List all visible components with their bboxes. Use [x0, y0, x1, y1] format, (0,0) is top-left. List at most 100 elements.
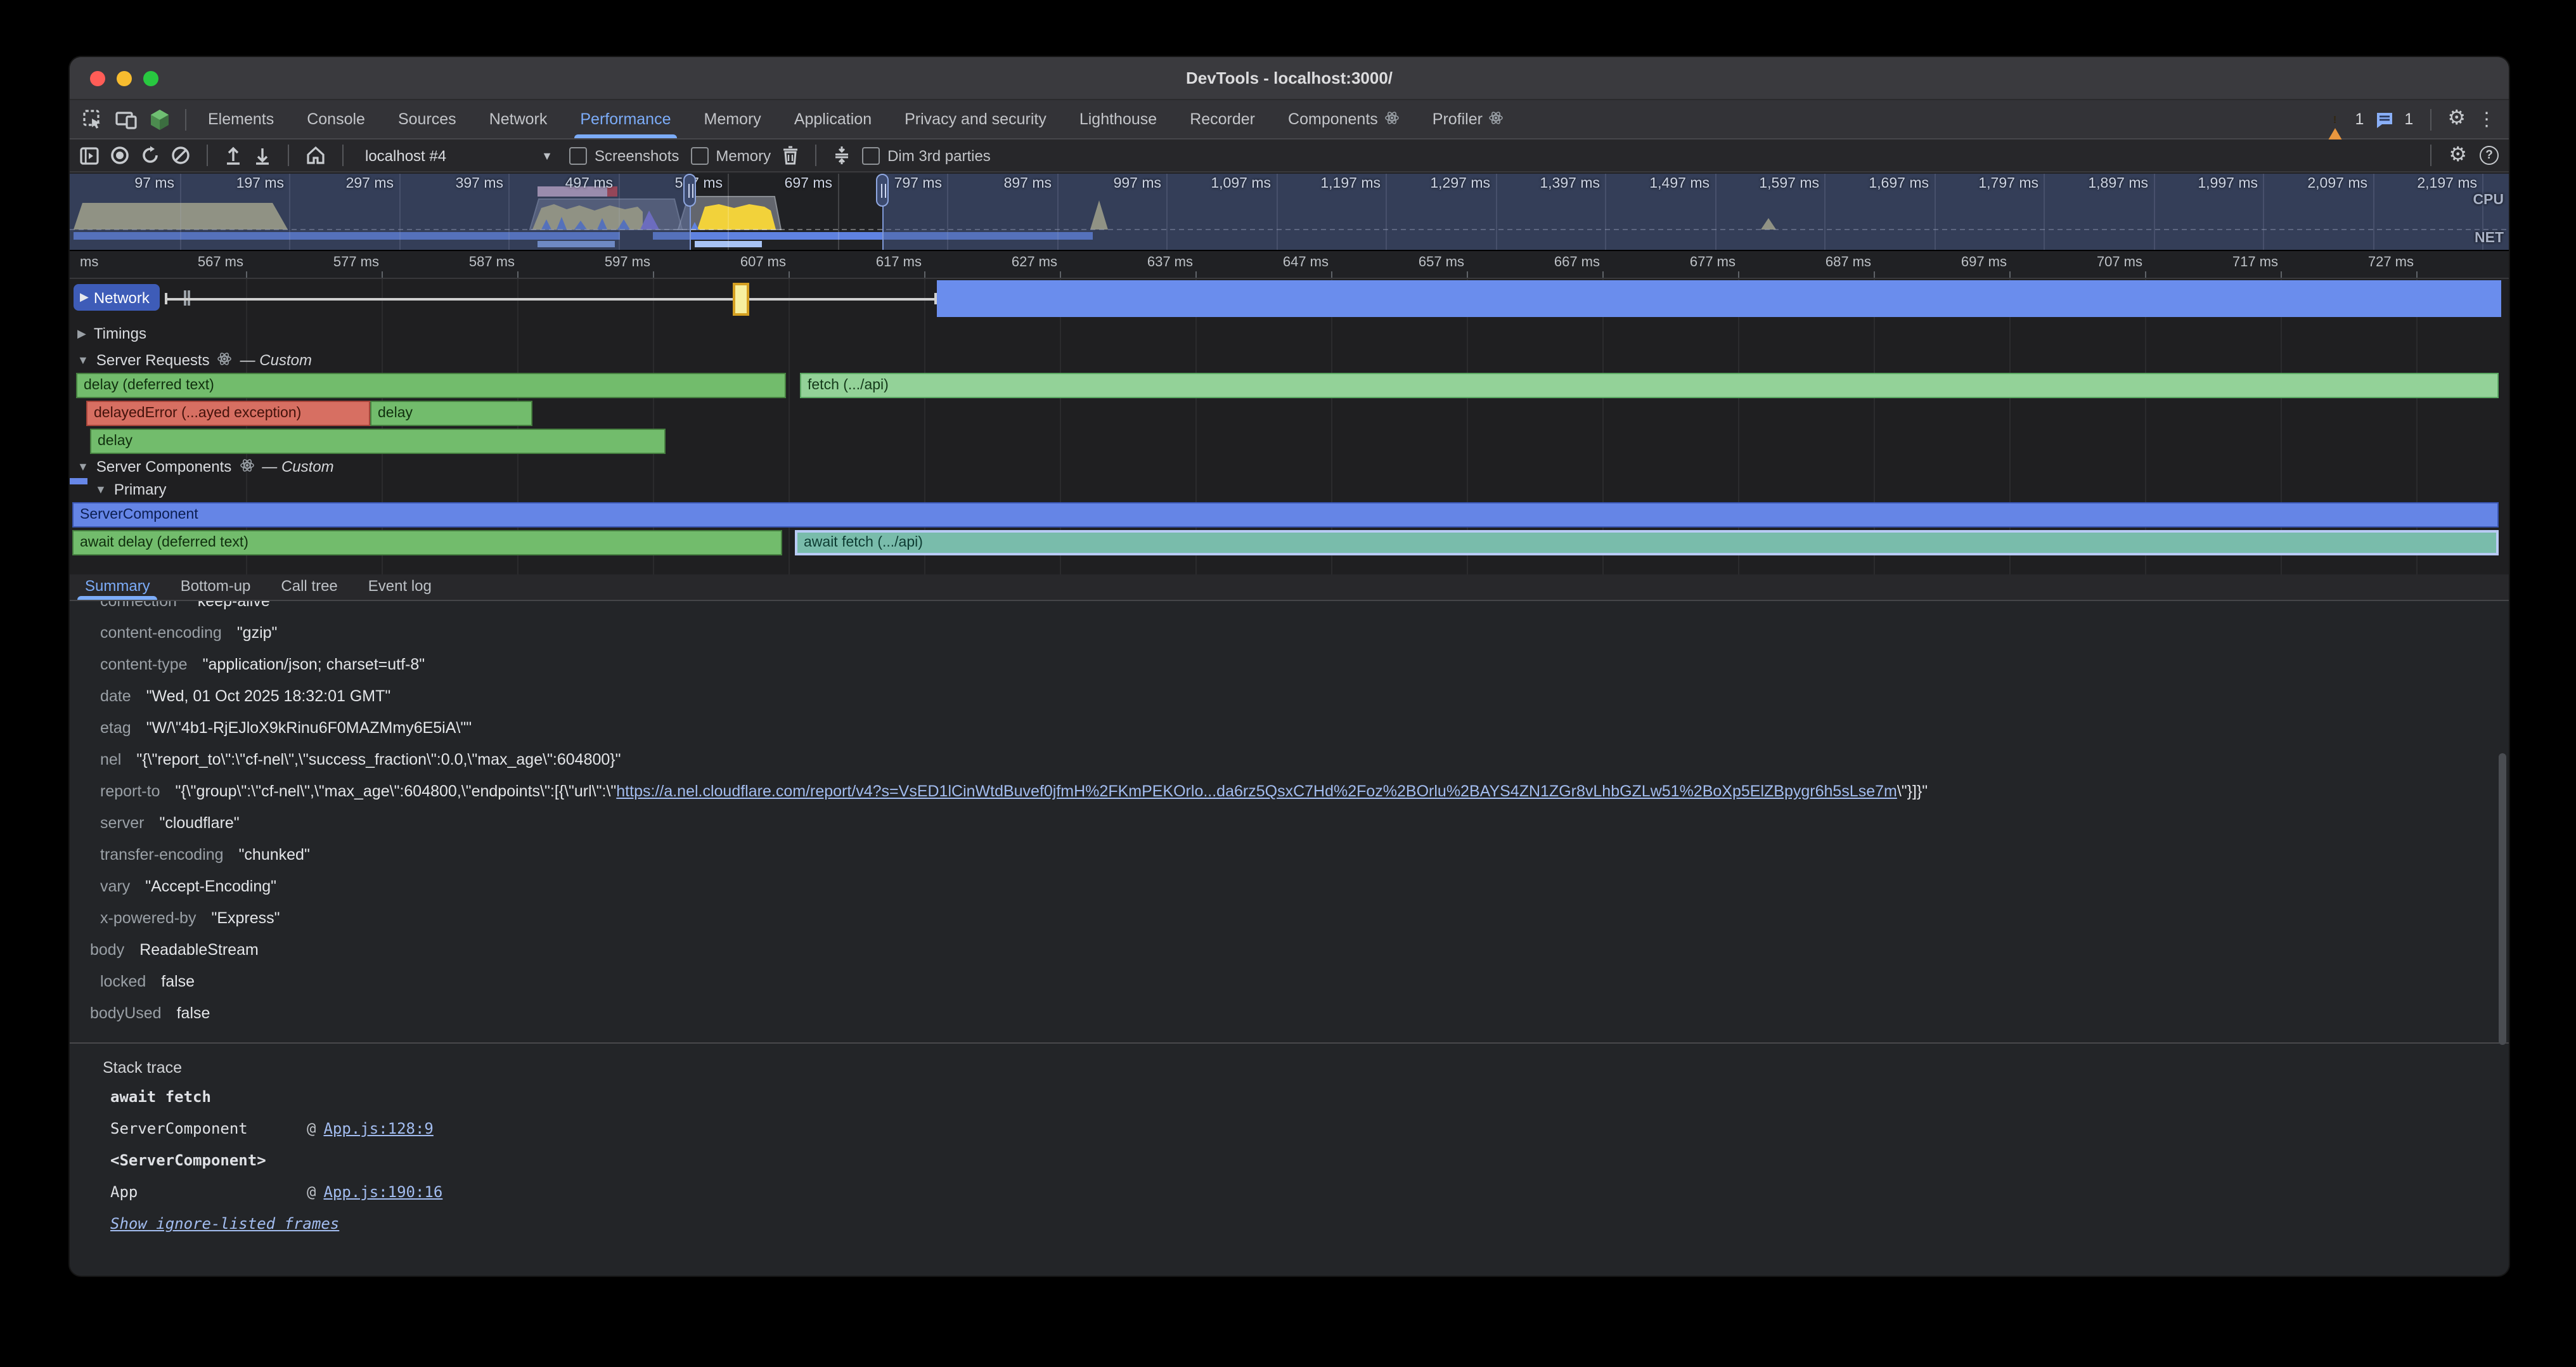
detail-value: "chunked" — [239, 846, 310, 864]
request-whisker — [165, 298, 936, 300]
tab-network[interactable]: Network — [473, 100, 564, 138]
details-pane[interactable]: connection"keep-alive"content-encoding"g… — [70, 601, 2509, 1276]
detail-value: "cloudflare" — [159, 814, 239, 832]
details-tab-event-log[interactable]: Event log — [353, 574, 447, 600]
detail-key: etag — [100, 719, 131, 737]
overview-time-label: 197 ms — [185, 176, 284, 191]
details-scrollbar[interactable] — [2499, 753, 2506, 1045]
detail-value: "{\"report_to\":\"cf-nel\",\"success_fra… — [136, 751, 621, 768]
device-toolbar-icon[interactable] — [115, 110, 137, 129]
reload-record-icon[interactable] — [141, 146, 160, 165]
timings-track-header[interactable]: ▶Timings — [70, 320, 2509, 342]
tab-console[interactable]: Console — [290, 100, 382, 138]
collapse-flame-icon[interactable] — [833, 146, 851, 165]
tab-profiler[interactable]: Profiler — [1416, 100, 1521, 138]
screenshots-checkbox[interactable]: Screenshots — [569, 146, 679, 164]
warnings-icon[interactable]: ! — [2326, 110, 2344, 128]
ruler-tick — [2281, 271, 2282, 278]
dim-3rd-parties-checkbox[interactable]: Dim 3rd parties — [862, 146, 991, 164]
server-requests-track-header[interactable]: ▼ Server Requests — Custom — [70, 351, 2509, 372]
ruler-unit-label: ms — [80, 255, 98, 270]
record-icon[interactable] — [110, 146, 129, 165]
ruler-time-label: 587 ms — [426, 255, 515, 270]
flame-bar[interactable]: await fetch (.../api) — [795, 530, 2499, 555]
ruler-tick — [653, 271, 654, 278]
overview-time-label: 1,997 ms — [2159, 176, 2258, 191]
detail-value: "W/\"4b1-RjEJloX9kRinu6F0MAZMmy6E5iA\"" — [146, 719, 472, 737]
details-tab-summary[interactable]: Summary — [70, 574, 165, 600]
inspect-element-icon[interactable] — [82, 109, 103, 129]
ruler-time-label: 667 ms — [1511, 255, 1600, 270]
desktop: DevTools - localhost:3000/ ElementsConso… — [0, 0, 2576, 1367]
ruler-tick — [1331, 271, 1332, 278]
memory-checkbox[interactable]: Memory — [690, 146, 771, 164]
detail-row: content-encoding"gzip" — [70, 618, 2509, 649]
settings-gear-icon[interactable]: ⚙ — [2447, 109, 2466, 129]
extension-gem-icon[interactable] — [150, 108, 170, 130]
report-url-link[interactable]: https://a.nel.cloudflare.com/report/v4?s… — [616, 782, 1897, 800]
help-icon[interactable]: ? — [2480, 146, 2499, 165]
show-ignore-listed-link[interactable]: Show ignore-listed frames — [70, 1208, 2509, 1240]
flame-bar[interactable]: delayedError (...ayed exception) — [86, 401, 370, 426]
detail-key: bodyUsed — [90, 1004, 162, 1022]
tab-application[interactable]: Application — [778, 100, 888, 138]
title-bar: DevTools - localhost:3000/ — [70, 57, 2509, 100]
network-request-bar[interactable] — [937, 280, 2501, 317]
ruler-tick — [1602, 271, 1604, 278]
react-atom-icon — [217, 351, 233, 369]
detail-value: "gzip" — [237, 624, 278, 642]
detail-row: x-powered-by"Express" — [70, 903, 2509, 935]
stack-frame: await fetch — [70, 1082, 2509, 1113]
more-options-icon[interactable]: ⋮ — [2477, 110, 2496, 129]
ruler-tick — [2416, 271, 2418, 278]
timeline-ruler: ms 567 ms577 ms587 ms597 ms607 ms617 ms6… — [70, 251, 2509, 279]
tab-lighthouse[interactable]: Lighthouse — [1063, 100, 1173, 138]
garbage-collect-icon[interactable] — [782, 146, 799, 165]
chevron-down-icon: ▼ — [541, 149, 553, 162]
source-location-link[interactable]: App.js:190:16 — [323, 1183, 442, 1201]
ruler-time-label: 717 ms — [2189, 255, 2278, 270]
tab-performance[interactable]: Performance — [564, 100, 687, 138]
tab-elements[interactable]: Elements — [191, 100, 290, 138]
network-track-header[interactable]: ▶Network — [74, 284, 160, 311]
flame-bar[interactable]: ServerComponent — [72, 502, 2499, 528]
home-icon[interactable] — [306, 146, 326, 165]
selected-network-request[interactable] — [733, 283, 749, 316]
tab-memory[interactable]: Memory — [688, 100, 778, 138]
flame-bar[interactable]: delay (deferred text) — [76, 373, 786, 398]
timeline-overview[interactable]: 97 ms197 ms297 ms397 ms497 ms597 ms697 m… — [70, 174, 2509, 251]
flame-bar[interactable]: delay — [90, 429, 666, 454]
details-tab-call-tree[interactable]: Call tree — [266, 574, 352, 600]
detail-key: body — [90, 941, 124, 959]
tab-privacy-and-security[interactable]: Privacy and security — [888, 100, 1063, 138]
tab-sources[interactable]: Sources — [382, 100, 473, 138]
flame-bar[interactable]: fetch (.../api) — [800, 373, 2499, 398]
overview-time-label: 897 ms — [953, 176, 1052, 191]
detail-row: nel"{\"report_to\":\"cf-nel\",\"success_… — [70, 744, 2509, 776]
primary-subtrack-header[interactable]: ▼Primary — [70, 481, 2509, 501]
clear-icon[interactable] — [171, 146, 190, 165]
flame-bar[interactable]: delay — [370, 401, 532, 426]
tab-recorder[interactable]: Recorder — [1173, 100, 1272, 138]
ruler-tick — [517, 271, 518, 278]
source-location-link[interactable]: App.js:128:9 — [323, 1120, 433, 1137]
details-tab-bottom-up[interactable]: Bottom-up — [165, 574, 266, 600]
tab-components[interactable]: Components — [1272, 100, 1416, 138]
overview-time-label: 97 ms — [75, 176, 174, 191]
save-profile-icon[interactable] — [254, 146, 271, 165]
flame-chart[interactable]: ▶Network ▶Timings ▼ Server — [70, 279, 2509, 574]
toggle-sidebar-icon[interactable] — [80, 146, 99, 164]
target-selector[interactable]: localhost #4 ▼ — [360, 146, 558, 164]
ruler-tick — [1195, 271, 1197, 278]
flame-bar[interactable]: await delay (deferred text) — [72, 530, 782, 555]
ruler-time-label: 697 ms — [1918, 255, 2007, 270]
server-components-track-header[interactable]: ▼ Server Components — Custom — [70, 458, 2509, 478]
load-profile-icon[interactable] — [224, 146, 242, 165]
detail-key: x-powered-by — [100, 909, 196, 927]
overview-gridline — [728, 174, 729, 250]
detail-key: report-to — [100, 782, 160, 800]
issues-icon[interactable] — [2375, 111, 2393, 127]
capture-settings-gear-icon[interactable]: ⚙ — [2449, 145, 2467, 165]
ruler-time-label: 627 ms — [969, 255, 1057, 270]
devtools-window: DevTools - localhost:3000/ ElementsConso… — [68, 56, 2510, 1277]
